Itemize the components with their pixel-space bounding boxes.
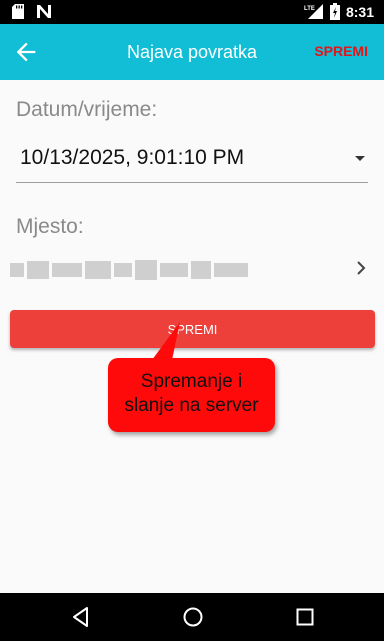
save-button[interactable]: SPREMI	[10, 310, 375, 348]
callout-line-2: slanje na server	[124, 395, 259, 416]
save-action-button[interactable]: SPREMI	[314, 43, 368, 59]
navigation-bar	[0, 593, 384, 641]
network-type-label: LTE	[304, 6, 315, 12]
place-label: Mjesto:	[16, 215, 84, 238]
place-value-redacted[interactable]	[10, 253, 250, 287]
annotation-callout: Spremanje i slanje na server	[108, 358, 275, 432]
app-bar: Najava povratka SPREMI	[0, 24, 384, 80]
home-circle-icon[interactable]	[181, 605, 205, 629]
callout-line-1: Spremanje i	[140, 371, 243, 392]
signal-icon: LTE	[304, 4, 323, 19]
status-bar: LTE 8:31	[0, 0, 384, 24]
status-time: 8:31	[345, 3, 374, 20]
recents-square-icon[interactable]	[293, 605, 317, 629]
battery-icon	[329, 3, 340, 20]
back-triangle-icon[interactable]	[69, 605, 93, 629]
datetime-underline	[16, 182, 368, 183]
chevron-right-icon[interactable]	[354, 260, 368, 276]
datetime-label: Datum/vrijeme:	[16, 98, 158, 121]
n-icon	[37, 5, 51, 18]
datetime-dropdown[interactable]: 10/13/2025, 9:01:10 PM	[20, 146, 244, 170]
sd-card-icon	[12, 4, 24, 19]
dropdown-arrow-icon[interactable]	[355, 156, 365, 161]
